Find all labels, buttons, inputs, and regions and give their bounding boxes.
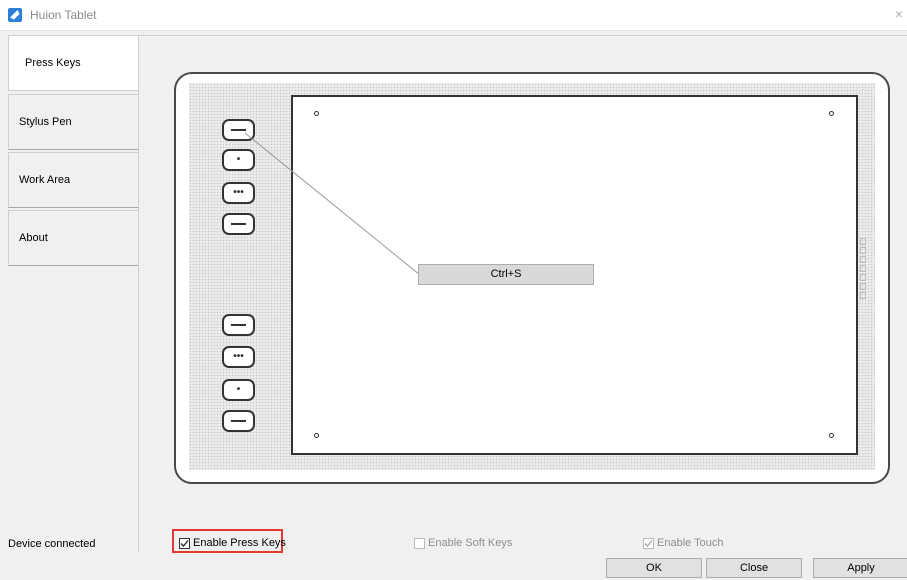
checkbox-label: Enable Touch bbox=[657, 537, 724, 549]
dash-icon bbox=[231, 223, 246, 225]
corner-dot bbox=[829, 433, 834, 438]
express-key-7[interactable]: • bbox=[222, 379, 255, 401]
express-key-6[interactable]: ••• bbox=[222, 346, 255, 368]
huion-logo-icon bbox=[8, 8, 22, 22]
checkbox-box bbox=[643, 537, 654, 549]
express-key-5[interactable] bbox=[222, 314, 255, 336]
check-icon bbox=[644, 539, 653, 547]
tab-about[interactable]: About bbox=[8, 210, 138, 266]
corner-dot bbox=[829, 111, 834, 116]
corner-dot bbox=[314, 433, 319, 438]
device-status: Device connected bbox=[8, 538, 96, 550]
tab-press-keys[interactable]: Press Keys bbox=[8, 35, 139, 91]
close-button[interactable]: Close bbox=[706, 558, 802, 578]
dash-icon bbox=[231, 129, 246, 131]
checkbox-box bbox=[179, 537, 190, 549]
tab-stylus-pen[interactable]: Stylus Pen bbox=[8, 94, 138, 150]
corner-dot bbox=[314, 111, 319, 116]
express-key-2[interactable]: • bbox=[222, 149, 255, 171]
apply-button[interactable]: Apply bbox=[813, 558, 907, 578]
checkbox-label: Enable Press Keys bbox=[193, 537, 286, 549]
checkbox-label: Enable Soft Keys bbox=[428, 537, 513, 549]
tab-label: Stylus Pen bbox=[19, 116, 72, 128]
title-bar: Huion Tablet × bbox=[0, 0, 907, 31]
tab-label: Press Keys bbox=[25, 57, 81, 69]
check-icon bbox=[180, 539, 189, 547]
enable-soft-keys-checkbox[interactable]: Enable Soft Keys bbox=[414, 537, 512, 549]
tab-label: About bbox=[19, 232, 48, 244]
close-icon[interactable]: × bbox=[895, 6, 903, 22]
dash-icon bbox=[231, 420, 246, 422]
ok-button[interactable]: OK bbox=[606, 558, 702, 578]
window-title: Huion Tablet bbox=[30, 8, 97, 22]
ellipsis-icon: ••• bbox=[233, 187, 244, 198]
express-key-1[interactable] bbox=[222, 119, 255, 141]
brand-mark bbox=[860, 238, 868, 306]
dot-icon: • bbox=[236, 384, 241, 395]
dot-icon: • bbox=[236, 154, 241, 165]
express-key-3[interactable]: ••• bbox=[222, 182, 255, 204]
key-shortcut-box[interactable]: Ctrl+S bbox=[418, 264, 594, 285]
enable-touch-checkbox[interactable]: Enable Touch bbox=[643, 537, 723, 549]
tab-label: Work Area bbox=[19, 174, 71, 186]
dash-icon bbox=[231, 324, 246, 326]
tab-work-area[interactable]: Work Area bbox=[8, 152, 138, 208]
ellipsis-icon: ••• bbox=[233, 351, 244, 362]
express-key-8[interactable] bbox=[222, 410, 255, 432]
checkbox-box bbox=[414, 537, 425, 549]
enable-press-keys-checkbox[interactable]: Enable Press Keys bbox=[179, 537, 286, 549]
express-key-4[interactable] bbox=[222, 213, 255, 235]
